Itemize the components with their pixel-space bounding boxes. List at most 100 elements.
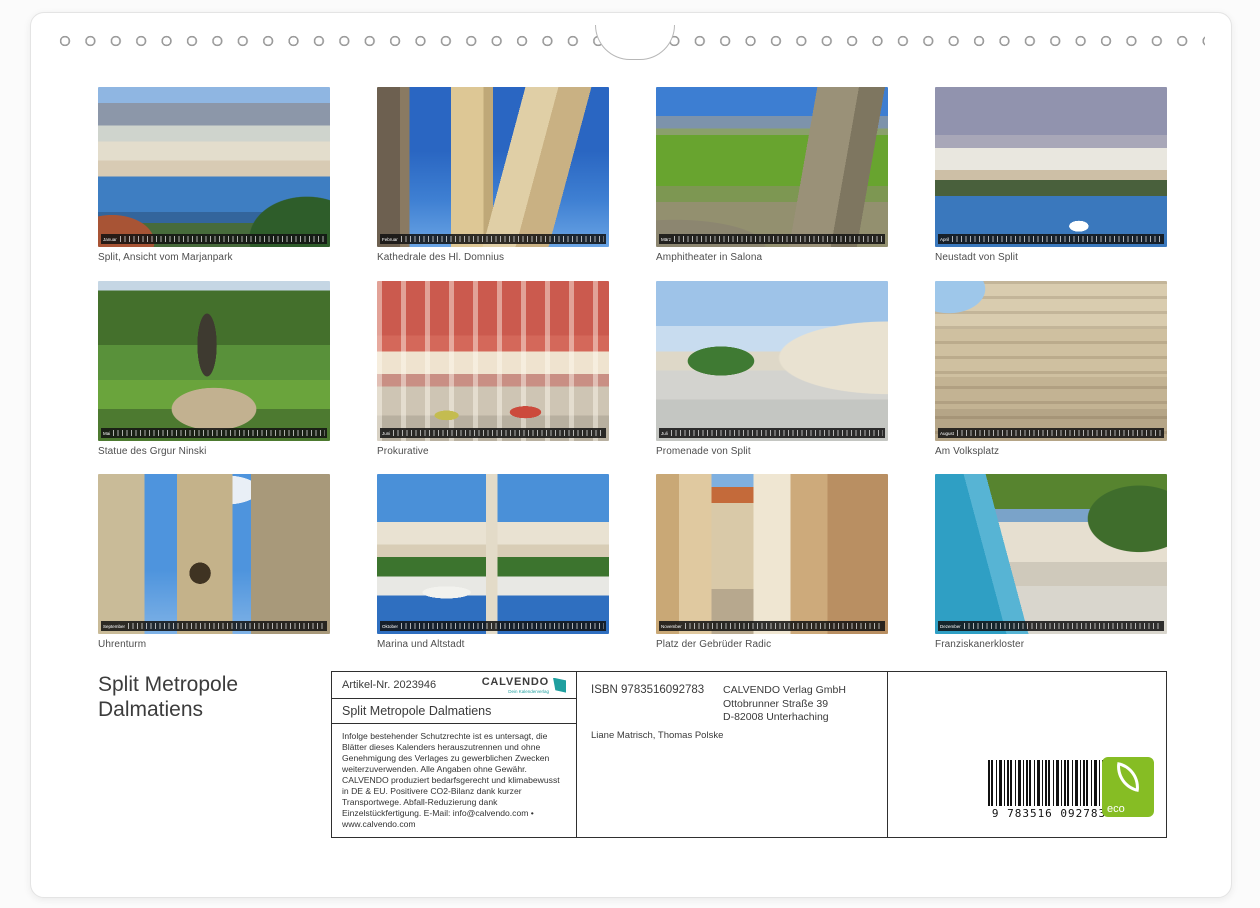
month-thumbnail: September Uhrenturm (98, 474, 330, 650)
thumbnail-caption: Amphitheater in Salona (656, 252, 888, 263)
info-calendar-title: Split Metropole Dalmatiens (342, 704, 491, 718)
mini-calendar-strip: September (101, 621, 327, 631)
photo-march: März (656, 87, 888, 247)
authors: Liane Matrisch, Thomas Polske (591, 730, 723, 741)
calendar-back-page: Januar Split, Ansicht vom Marjanpark Feb… (30, 12, 1232, 898)
mini-calendar-strip: Januar (101, 234, 327, 244)
mini-calendar-strip: November (659, 621, 885, 631)
info-right-column: 9 783516 092783 eco (888, 672, 1166, 837)
publisher-info-box: Artikel-Nr. 2023946 CALVENDO Dein Kalend… (331, 671, 1167, 838)
calvendo-flag-icon (553, 678, 566, 693)
calvendo-wordmark: CALVENDO (482, 676, 549, 688)
strip-month-label: Februar (382, 237, 398, 242)
thumbnail-caption: Statue des Grgur Ninski (98, 446, 330, 457)
strip-month-label: November (661, 624, 682, 629)
strip-date-cells (952, 236, 1162, 242)
strip-month-label: März (661, 237, 671, 242)
calvendo-logo: CALVENDO Dein Kalenderverlag (482, 676, 566, 694)
mini-calendar-strip: April (938, 234, 1164, 244)
strip-date-cells (113, 430, 325, 436)
mini-calendar-strip: Mai (101, 428, 327, 438)
thumbnail-caption: Platz der Gebrüder Radic (656, 639, 888, 650)
legal-row: Infolge bestehender Schutzrechte ist es … (332, 724, 576, 837)
thumbnail-caption: Neustadt von Split (935, 252, 1167, 263)
strip-date-cells (401, 623, 604, 629)
photo-april: April (935, 87, 1167, 247)
publisher-street: Ottobrunner Straße 39 (723, 698, 873, 712)
thumbnail-caption: Uhrenturm (98, 639, 330, 650)
month-thumbnail: Februar Kathedrale des Hl. Domnius (377, 87, 609, 263)
photo-july: Juli (656, 281, 888, 441)
month-thumbnail: Juli Promenade von Split (656, 281, 888, 457)
isbn-number: ISBN 9783516092783 (591, 684, 704, 725)
thumbnail-caption: Split, Ansicht vom Marjanpark (98, 252, 330, 263)
month-thumbnail: November Platz der Gebrüder Radic (656, 474, 888, 650)
calendar-title: Split Metropole Dalmatiens (98, 673, 238, 723)
info-left-column: Artikel-Nr. 2023946 CALVENDO Dein Kalend… (332, 672, 577, 837)
publisher-address: CALVENDO Verlag GmbH Ottobrunner Straße … (723, 684, 873, 725)
thumbnail-caption: Promenade von Split (656, 446, 888, 457)
info-title-row: Split Metropole Dalmatiens (332, 699, 576, 724)
strip-date-cells (957, 430, 1162, 436)
month-thumbnail: August Am Volksplatz (935, 281, 1167, 457)
mini-calendar-strip: Juni (380, 428, 606, 438)
month-thumbnail: Juni Prokurative (377, 281, 609, 457)
month-thumbnail: März Amphitheater in Salona (656, 87, 888, 263)
leaf-icon (1113, 762, 1143, 792)
mini-calendar-strip: Juli (659, 428, 885, 438)
calendar-title-line2: Dalmatiens (98, 698, 238, 723)
strip-date-cells (685, 623, 883, 629)
photo-december: Dezember (935, 474, 1167, 634)
photo-june: Juni (377, 281, 609, 441)
photo-january: Januar (98, 87, 330, 247)
legal-text: Infolge bestehender Schutzrechte ist es … (342, 731, 566, 830)
artikel-number: Artikel-Nr. 2023946 (342, 679, 436, 691)
barcode-bars (988, 760, 1110, 806)
strip-date-cells (964, 623, 1162, 629)
artikel-row: Artikel-Nr. 2023946 CALVENDO Dein Kalend… (332, 672, 576, 699)
publisher-city: D-82008 Unterhaching (723, 711, 873, 725)
strip-month-label: Oktober (382, 624, 398, 629)
strip-date-cells (120, 236, 325, 242)
strip-month-label: Juli (661, 431, 668, 436)
hanger-notch (595, 25, 675, 60)
thumbnail-caption: Franziskanerkloster (935, 639, 1167, 650)
calendar-title-line1: Split Metropole (98, 673, 238, 698)
strip-month-label: August (940, 431, 954, 436)
strip-month-label: September (103, 624, 125, 629)
eco-logo: eco (1102, 757, 1154, 817)
calvendo-tagline: Dein Kalenderverlag (508, 689, 549, 694)
photo-august: August (935, 281, 1167, 441)
thumbnail-caption: Kathedrale des Hl. Domnius (377, 252, 609, 263)
month-thumbnail: Mai Statue des Grgur Ninski (98, 281, 330, 457)
photo-february: Februar (377, 87, 609, 247)
barcode: 9 783516 092783 (988, 760, 1110, 820)
photo-november: November (656, 474, 888, 634)
strip-date-cells (674, 236, 883, 242)
mini-calendar-strip: Februar (380, 234, 606, 244)
mini-calendar-strip: Oktober (380, 621, 606, 631)
strip-month-label: April (940, 237, 949, 242)
strip-month-label: Juni (382, 431, 390, 436)
strip-date-cells (401, 236, 604, 242)
eco-label: eco (1107, 803, 1125, 815)
strip-month-label: Dezember (940, 624, 961, 629)
month-thumbnail: April Neustadt von Split (935, 87, 1167, 263)
thumbnail-caption: Marina und Altstadt (377, 639, 609, 650)
month-thumbnail: Januar Split, Ansicht vom Marjanpark (98, 87, 330, 263)
strip-date-cells (128, 623, 325, 629)
mini-calendar-strip: März (659, 234, 885, 244)
thumbnail-caption: Prokurative (377, 446, 609, 457)
publisher-name: CALVENDO Verlag GmbH (723, 684, 873, 698)
strip-date-cells (393, 430, 604, 436)
strip-month-label: Mai (103, 431, 110, 436)
strip-month-label: Januar (103, 237, 117, 242)
barcode-digits: 9 783516 092783 (988, 807, 1110, 820)
photo-october: Oktober (377, 474, 609, 634)
thumbnail-caption: Am Volksplatz (935, 446, 1167, 457)
month-thumbnail: Dezember Franziskanerkloster (935, 474, 1167, 650)
photo-september: September (98, 474, 330, 634)
calvendo-logo-text: CALVENDO Dein Kalenderverlag (482, 676, 549, 694)
photo-may: Mai (98, 281, 330, 441)
isbn-row: ISBN 9783516092783 CALVENDO Verlag GmbH … (591, 684, 873, 725)
